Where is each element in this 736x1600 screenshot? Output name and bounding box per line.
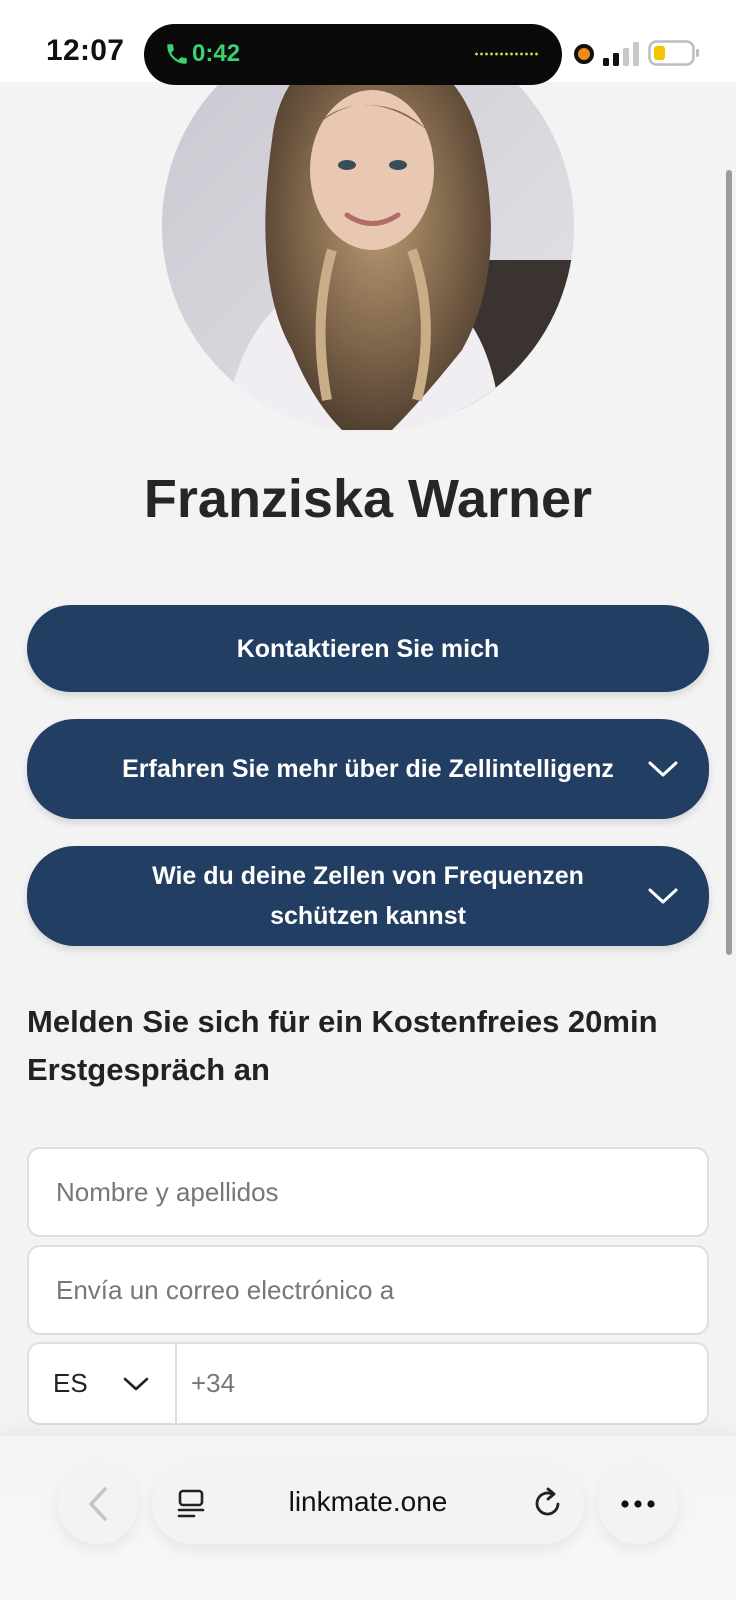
email-input[interactable] (29, 1247, 707, 1333)
call-duration: 0:42 (192, 40, 241, 67)
chevron-down-icon (123, 1377, 148, 1390)
address-bar[interactable]: linkmate.one (152, 1464, 584, 1544)
frequency-protection-label: Wie du deine Zellen von Frequenzen schüt… (152, 862, 584, 930)
more-icon (621, 1500, 655, 1508)
signup-form-heading: Melden Sie sich für ein Kostenfreies 20m… (27, 1004, 658, 1087)
email-field[interactable] (27, 1245, 709, 1335)
reload-icon[interactable] (532, 1486, 564, 1520)
chevron-left-icon (89, 1487, 107, 1521)
browser-toolbar: linkmate.one (0, 1436, 736, 1600)
back-button[interactable] (58, 1464, 138, 1544)
profile-name: Franziska Warner (143, 469, 593, 529)
cell-intelligence-accordion[interactable]: Erfahren Sie mehr über die Zellintellige… (27, 719, 709, 819)
signal-icon (603, 42, 639, 66)
frequency-protection-accordion[interactable]: Wie du deine Zellen von Frequenzen schüt… (27, 846, 709, 946)
country-code-select[interactable]: ES (29, 1344, 177, 1423)
cell-intelligence-label: Erfahren Sie mehr über die Zellintellige… (122, 755, 614, 783)
recording-indicator-icon (574, 44, 594, 64)
page-scrollbar[interactable] (726, 170, 732, 955)
page: 12:07 0:42 Franziska Warner Kontaktieren… (0, 0, 736, 1600)
contact-me-button[interactable]: Kontaktieren Sie mich (27, 605, 709, 692)
chevron-down-icon (648, 888, 678, 904)
audio-wave-icon (474, 51, 540, 57)
status-time: 12:07 (46, 34, 125, 67)
chevron-down-icon (648, 761, 678, 777)
dynamic-island-call[interactable]: 0:42 (144, 24, 562, 85)
url-text: linkmate.one (288, 1486, 448, 1517)
contact-me-label: Kontaktieren Sie mich (236, 634, 500, 663)
country-code-value: ES (53, 1368, 88, 1398)
phone-icon (167, 44, 187, 64)
phone-input[interactable] (177, 1344, 707, 1423)
battery-icon (648, 40, 699, 66)
more-button[interactable] (598, 1464, 678, 1544)
full-name-input[interactable] (29, 1149, 707, 1235)
status-bar: 12:07 0:42 (0, 0, 736, 85)
full-name-field[interactable] (27, 1147, 709, 1237)
phone-field[interactable]: ES (27, 1342, 709, 1425)
